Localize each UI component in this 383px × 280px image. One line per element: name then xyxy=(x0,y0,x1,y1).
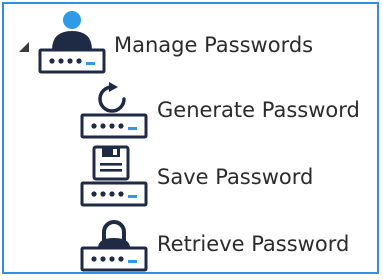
password-tree-panel: Manage Passwords Generate Password Save … xyxy=(2,2,379,274)
save-password-icon xyxy=(80,145,148,207)
retrieve-password-icon xyxy=(80,220,148,272)
tree-child-label: Generate Password xyxy=(157,98,360,122)
expanded-triangle-icon[interactable] xyxy=(17,40,31,54)
tree-child-label: Save Password xyxy=(157,165,314,189)
user-password-icon xyxy=(38,11,106,74)
tree-node-label-row[interactable]: Manage Passwords xyxy=(114,30,313,60)
tree-node-label-row[interactable]: Generate Password xyxy=(157,95,360,125)
tree-node-label-row[interactable]: Retrieve Password xyxy=(157,229,349,259)
tree-child-label: Retrieve Password xyxy=(157,232,350,256)
tree-node-label-row[interactable]: Save Password xyxy=(157,162,313,192)
generate-password-icon xyxy=(80,82,148,139)
tree-root-label: Manage Passwords xyxy=(114,33,314,57)
